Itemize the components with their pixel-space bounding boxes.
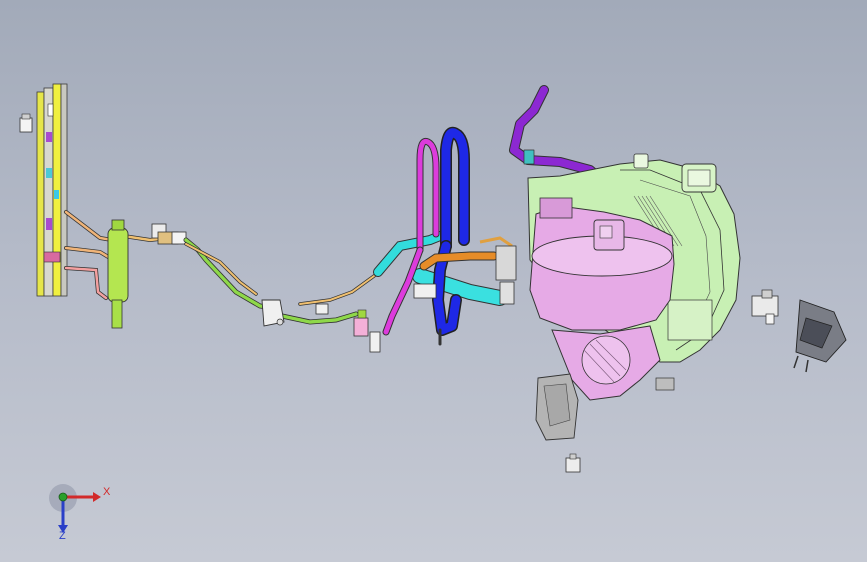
small-clip-part[interactable]	[19, 113, 33, 133]
connector-cluster-2[interactable]	[353, 309, 381, 353]
assembly-model[interactable]	[0, 0, 867, 562]
mounting-bracket-panel[interactable]	[36, 83, 68, 297]
coordinate-triad	[49, 484, 101, 533]
motor-part[interactable]	[793, 299, 847, 373]
blue-pipe[interactable]	[432, 126, 470, 346]
y-axis-dot	[58, 492, 68, 502]
blower-housing[interactable]	[529, 197, 675, 401]
purple-hose[interactable]	[509, 85, 607, 185]
small-fastener[interactable]	[565, 453, 581, 473]
z-axis-label: Z	[59, 530, 66, 542]
x-axis-label: X	[103, 486, 111, 498]
actuator-part[interactable]	[751, 289, 779, 325]
green-connector-body[interactable]	[107, 219, 129, 329]
cad-graphics-area[interactable]: X Z	[0, 0, 867, 562]
